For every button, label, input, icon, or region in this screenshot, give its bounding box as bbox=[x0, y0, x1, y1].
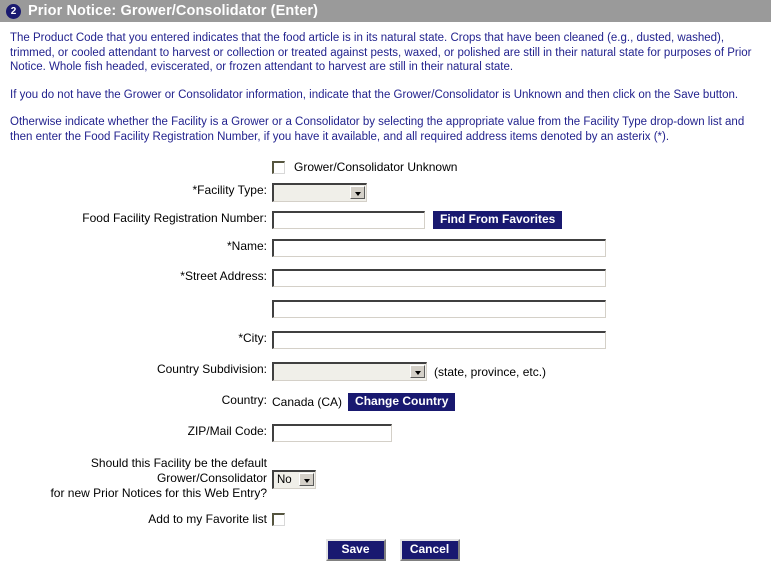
row-street-address-2 bbox=[0, 300, 771, 318]
grower-consolidator-unknown-checkbox[interactable] bbox=[272, 160, 285, 174]
zip-mail-code-label: ZIP/Mail Code: bbox=[187, 424, 267, 438]
default-grower-label: Should this Facility be the default Grow… bbox=[50, 456, 267, 500]
country-subdivision-label: Country Subdivision: bbox=[156, 362, 267, 376]
row-grower-unknown: Grower/Consolidator Unknown bbox=[0, 160, 771, 174]
name-input[interactable] bbox=[272, 239, 606, 257]
name-label: *Name: bbox=[226, 239, 267, 253]
find-from-favorites-button[interactable]: Find From Favorites bbox=[433, 211, 563, 229]
row-add-favorite: Add to my Favorite list bbox=[0, 512, 771, 527]
page-title: Prior Notice: Grower/Consolidator (Enter… bbox=[28, 3, 319, 19]
grower-consolidator-unknown-label: Grower/Consolidator Unknown bbox=[294, 160, 458, 174]
row-name: *Name: bbox=[0, 239, 771, 257]
change-country-button[interactable]: Change Country bbox=[348, 393, 456, 411]
facility-type-dropdown-button[interactable] bbox=[350, 186, 365, 199]
country-subdivision-select[interactable] bbox=[272, 362, 427, 381]
row-country: Country: Canada (CA) Change Country bbox=[0, 393, 771, 411]
default-grower-dropdown-button[interactable] bbox=[299, 473, 314, 486]
registration-number-input[interactable] bbox=[272, 211, 425, 229]
intro-paragraph-unknown-instructions: If you do not have the Grower or Consoli… bbox=[10, 88, 739, 101]
country-value: Canada (CA) bbox=[272, 395, 343, 409]
row-registration-number: Food Facility Registration Number: Find … bbox=[0, 211, 771, 229]
row-facility-type: *Facility Type: bbox=[0, 183, 771, 202]
grower-consolidator-form: Grower/Consolidator Unknown *Facility Ty… bbox=[0, 160, 771, 561]
street-address-input[interactable] bbox=[272, 269, 606, 287]
facility-type-select[interactable] bbox=[272, 183, 367, 202]
row-street-address: *Street Address: bbox=[0, 269, 771, 287]
step-number-badge: 2 bbox=[6, 3, 21, 19]
row-country-subdivision: Country Subdivision: (state, province, e… bbox=[0, 362, 771, 381]
city-label: *City: bbox=[238, 331, 267, 345]
cancel-button[interactable]: Cancel bbox=[399, 539, 460, 561]
city-input[interactable] bbox=[272, 331, 606, 349]
row-zip-mail-code: ZIP/Mail Code: bbox=[0, 424, 771, 442]
add-favorite-label: Add to my Favorite list bbox=[148, 512, 267, 526]
intro-paragraph-natural-state: The Product Code that you entered indica… bbox=[10, 32, 752, 73]
street-address-2-input[interactable] bbox=[272, 300, 606, 318]
country-label: Country: bbox=[221, 393, 267, 407]
page-header-bar: 2 Prior Notice: Grower/Consolidator (Ent… bbox=[0, 0, 771, 22]
country-subdivision-dropdown-button[interactable] bbox=[410, 365, 425, 378]
intro-paragraph-facility-type-instructions: Otherwise indicate whether the Facility … bbox=[10, 116, 745, 143]
default-grower-value: No bbox=[277, 474, 292, 486]
row-city: *City: bbox=[0, 331, 771, 349]
form-action-buttons: Save Cancel bbox=[0, 539, 771, 561]
default-grower-select[interactable]: No bbox=[272, 470, 316, 489]
registration-number-label: Food Facility Registration Number: bbox=[82, 211, 267, 225]
row-default-grower: Should this Facility be the default Grow… bbox=[0, 456, 771, 501]
save-button[interactable]: Save bbox=[325, 539, 386, 561]
country-subdivision-hint: (state, province, etc.) bbox=[434, 364, 547, 379]
chevron-down-icon bbox=[354, 191, 361, 196]
street-address-label: *Street Address: bbox=[180, 269, 267, 283]
add-to-favorite-list-checkbox[interactable] bbox=[272, 513, 285, 526]
chevron-down-icon bbox=[303, 478, 310, 483]
chevron-down-icon bbox=[414, 370, 421, 375]
zip-mail-code-input[interactable] bbox=[272, 424, 392, 442]
facility-type-label: *Facility Type: bbox=[192, 183, 267, 197]
